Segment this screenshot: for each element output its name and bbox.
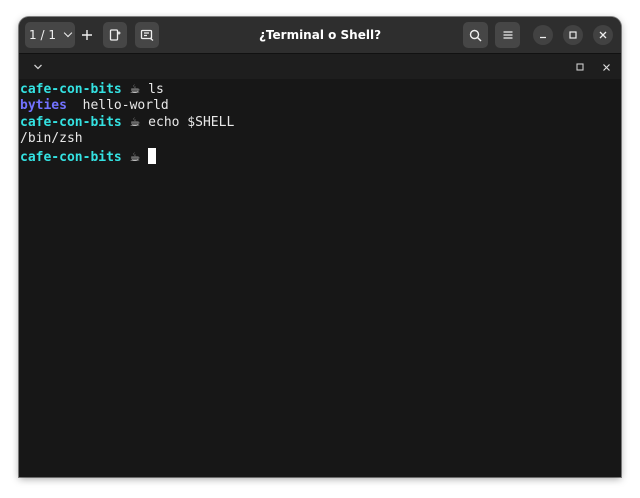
terminal-line: cafe-con-bits ☕ <box>20 147 620 165</box>
directory-entry: byties <box>20 97 67 113</box>
chevron-down-icon <box>34 64 42 70</box>
prompt-user: cafe-con-bits <box>20 115 122 131</box>
search-icon <box>469 29 482 42</box>
coffee-icon: ☕ <box>129 115 141 130</box>
command-output: /bin/zsh <box>20 131 83 147</box>
tab-switcher-button[interactable]: 1 / 1 <box>25 22 75 48</box>
header-bar: 1 / 1 ¿Terminal o Shell? <box>19 17 621 53</box>
close-button[interactable] <box>593 25 613 45</box>
split-button[interactable] <box>103 22 127 48</box>
new-window-button[interactable] <box>135 22 159 48</box>
close-icon <box>602 63 610 71</box>
maximize-icon <box>569 31 577 39</box>
command-text: ls <box>148 82 164 97</box>
chevron-down-icon <box>63 28 73 38</box>
close-icon <box>599 31 607 39</box>
new-window-icon <box>140 29 154 41</box>
search-button[interactable] <box>463 22 488 48</box>
tab-list-button[interactable] <box>27 58 49 76</box>
terminal-line: byties hello-world <box>20 98 620 115</box>
plus-icon <box>82 30 92 40</box>
tab-maximize-button[interactable] <box>571 58 589 76</box>
prompt-user: cafe-con-bits <box>20 149 122 165</box>
file-entry: hello-world <box>82 97 169 113</box>
main-menu-button[interactable] <box>495 22 520 48</box>
tab-close-button[interactable] <box>597 58 615 76</box>
terminal-line: cafe-con-bits ☕ ls <box>20 81 620 98</box>
split-icon <box>109 29 121 41</box>
terminal-window: 1 / 1 ¿Terminal o Shell? cafe-con-bits ☕… <box>19 17 621 477</box>
maximize-icon <box>575 62 584 71</box>
terminal-line: cafe-con-bits ☕ echo $SHELL <box>20 114 620 131</box>
command-text: echo $SHELL <box>148 115 235 131</box>
prompt-user: cafe-con-bits <box>20 82 122 97</box>
terminal-line: /bin/zsh <box>20 131 620 148</box>
hamburger-icon <box>503 31 512 39</box>
coffee-icon: ☕ <box>129 149 141 164</box>
new-tab-button[interactable] <box>76 22 98 48</box>
terminal-content[interactable]: cafe-con-bits ☕ ls byties hello-world ca… <box>19 80 621 477</box>
maximize-button[interactable] <box>563 25 583 45</box>
minimize-icon <box>540 36 546 39</box>
coffee-icon: ☕ <box>129 82 141 96</box>
tab-counter: 1 / 1 <box>29 28 56 42</box>
tab-bar <box>19 53 621 79</box>
terminal-cursor <box>148 147 157 164</box>
minimize-button[interactable] <box>533 25 553 45</box>
